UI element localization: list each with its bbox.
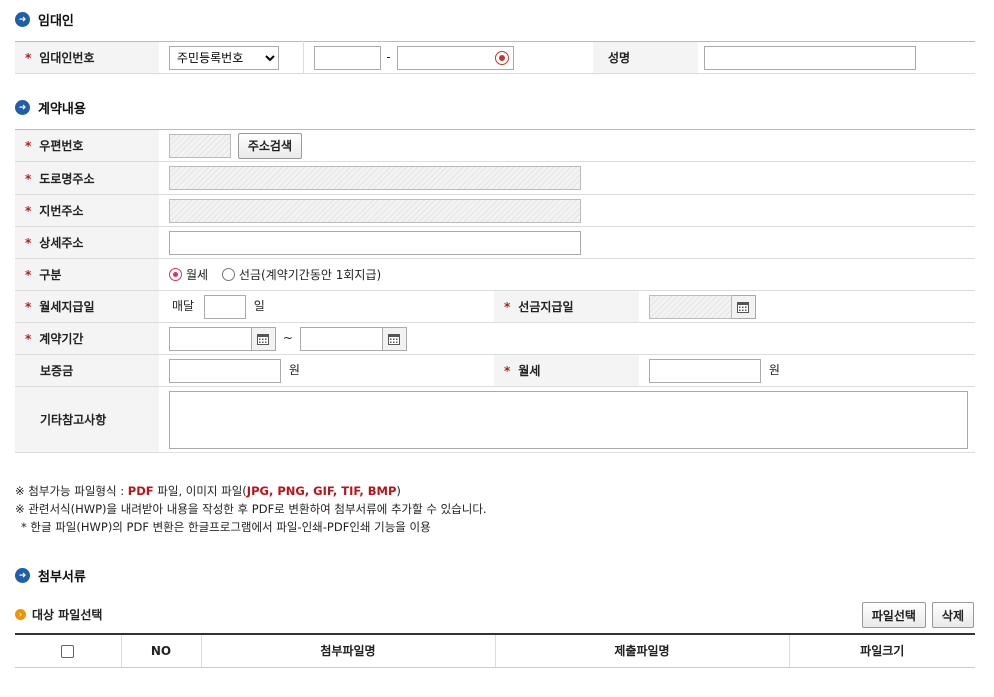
arrow-right-icon: ➜ [15,12,30,27]
type-label: 구분 [39,268,62,282]
file-buttons: 파일선택 삭제 [861,602,974,628]
contract-form: * 우편번호 주소검색 * 도로명주소 * 지번주소 * 상세주소 * 구분 월세 선금(… [15,129,975,453]
type-radio-monthly[interactable]: 월세 [169,266,208,283]
address-search-button[interactable]: 주소검색 [237,132,302,159]
monthly-payday-label: 월세지급일 [39,300,95,314]
period-end-input[interactable] [299,326,383,351]
section-title-contract: ➜ 계약내용 [15,98,86,117]
prepay-date-input [649,294,732,319]
section-title-lessor: ➜ 임대인 [15,10,74,29]
deposit-label: 보증금 [40,364,74,378]
postcode-input [169,133,231,158]
lessor-form: * 임대인번호 주민등록번호 - 성명 [15,41,975,74]
attachment-table: NO 첨부파일명 제출파일명 파일크기 [15,633,975,668]
delete-button[interactable]: 삭제 [931,602,974,628]
calendar-icon[interactable] [252,326,276,351]
lot-address-label: 지번주소 [39,204,84,218]
select-all-checkbox[interactable] [61,644,75,658]
arrow-right-icon: ➜ [15,100,30,115]
lot-address-input [169,198,581,223]
remarks-label: 기타참고사항 [40,413,107,427]
calendar-icon[interactable] [732,294,756,319]
deposit-input[interactable] [169,358,281,383]
monthly-payday-input[interactable] [203,294,246,319]
id-number-front-input[interactable] [313,45,381,70]
radio-unchecked-icon [221,267,235,281]
detail-address-input[interactable] [169,230,581,255]
file-select-button[interactable]: 파일선택 [861,602,926,628]
secure-keypad-icon[interactable] [494,50,509,65]
period-label: 계약기간 [39,332,84,346]
remarks-textarea[interactable] [169,390,968,449]
name-label: 성명 [593,41,698,74]
section-title-attachments: ➜ 첨부서류 [15,566,86,585]
col-file-size: 파일크기 [788,634,975,668]
lessor-id-label: * 임대인번호 [15,41,159,74]
period-start-input[interactable] [169,326,252,351]
monthly-rent-label: 월세 [518,364,541,378]
road-address-label: 도로명주소 [39,171,95,186]
detail-address-label: 상세주소 [39,236,84,250]
arrow-right-icon: ➜ [15,568,30,583]
col-no: NO [120,634,201,668]
name-input[interactable] [704,45,916,70]
attachment-notes: ※ 첨부가능 파일형식 : PDF 파일, 이미지 파일(JPG, PNG, G… [15,484,487,534]
type-radio-prepay[interactable]: 선금(계약기간동안 1회지급) [221,266,381,283]
chevron-right-icon: › [15,609,26,620]
radio-checked-icon [169,267,182,281]
monthly-rent-input[interactable] [649,358,761,383]
col-submit-name: 제출파일명 [494,634,789,668]
road-address-input [169,166,581,190]
postcode-label: 우편번호 [39,139,84,153]
prepay-date-label: 선금지급일 [518,300,574,314]
target-file-label: › 대상 파일선택 [15,606,102,623]
calendar-icon[interactable] [382,326,407,351]
col-attach-name: 첨부파일명 [200,634,495,668]
id-type-select[interactable]: 주민등록번호 [169,45,279,70]
